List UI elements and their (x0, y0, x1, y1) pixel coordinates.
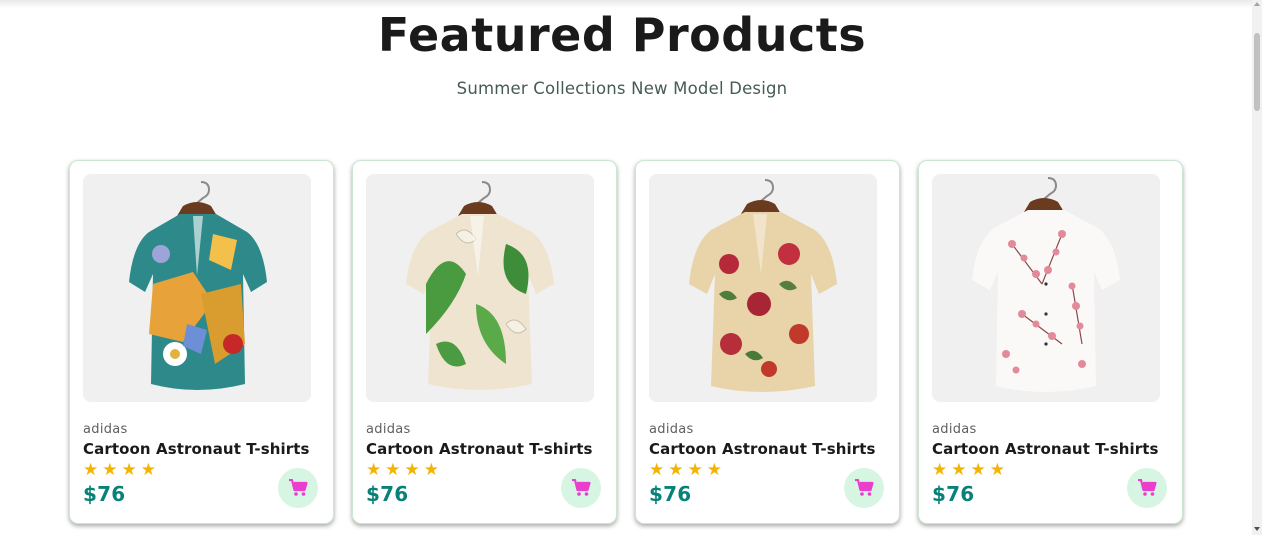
featured-products-section: Featured Products Summer Collections New… (0, 0, 1252, 535)
cart-icon (855, 479, 874, 496)
add-to-cart-button[interactable] (1127, 468, 1167, 508)
section-title: Featured Products (377, 8, 867, 62)
product-image[interactable] (83, 174, 311, 402)
star-icon: ★ (404, 460, 420, 480)
shirt-pink-blossom-print-icon (972, 177, 1120, 392)
scroll-down-arrow-icon[interactable] (1254, 527, 1260, 531)
product-brand: adidas (366, 422, 411, 437)
star-icon: ★ (140, 460, 156, 480)
product-card[interactable]: adidas Cartoon Astronaut T-shirts ★ ★ ★ … (635, 160, 900, 524)
star-icon: ★ (970, 460, 986, 480)
product-image[interactable] (932, 174, 1160, 402)
star-icon: ★ (951, 460, 967, 480)
product-name[interactable]: Cartoon Astronaut T-shirts (932, 440, 1169, 458)
star-icon: ★ (687, 460, 703, 480)
product-brand: adidas (83, 422, 128, 437)
star-icon: ★ (423, 460, 439, 480)
section-subtitle: Summer Collections New Model Design (456, 79, 788, 98)
star-icon: ★ (668, 460, 684, 480)
star-icon: ★ (121, 460, 137, 480)
cart-icon (572, 479, 591, 496)
star-icon: ★ (366, 460, 382, 480)
cart-icon (289, 479, 308, 496)
product-card[interactable]: adidas Cartoon Astronaut T-shirts ★ ★ ★ … (352, 160, 617, 524)
shirt-red-floral-print-icon (689, 179, 837, 392)
cart-icon (1138, 479, 1157, 496)
star-icon: ★ (385, 460, 401, 480)
shirt-colorful-print-icon (129, 181, 267, 390)
add-to-cart-button[interactable] (561, 468, 601, 508)
star-icon: ★ (932, 460, 948, 480)
product-card[interactable]: adidas Cartoon Astronaut T-shirts ★ ★ ★ … (918, 160, 1183, 524)
product-card[interactable]: adidas Cartoon Astronaut T-shirts ★ ★ ★ … (69, 160, 334, 524)
shirt-green-leaf-print-icon (406, 181, 554, 390)
star-icon: ★ (989, 460, 1005, 480)
scrollbar-thumb[interactable] (1254, 33, 1260, 111)
star-icon: ★ (83, 460, 99, 480)
product-grid: adidas Cartoon Astronaut T-shirts ★ ★ ★ … (69, 160, 1183, 524)
product-name[interactable]: Cartoon Astronaut T-shirts (83, 440, 320, 458)
star-icon: ★ (706, 460, 722, 480)
star-icon: ★ (102, 460, 118, 480)
add-to-cart-button[interactable] (278, 468, 318, 508)
scroll-up-arrow-icon[interactable] (1254, 2, 1260, 6)
product-brand: adidas (932, 422, 977, 437)
product-image[interactable] (366, 174, 594, 402)
star-icon: ★ (649, 460, 665, 480)
product-name[interactable]: Cartoon Astronaut T-shirts (649, 440, 886, 458)
product-image[interactable] (649, 174, 877, 402)
product-brand: adidas (649, 422, 694, 437)
product-name[interactable]: Cartoon Astronaut T-shirts (366, 440, 603, 458)
vertical-scrollbar[interactable] (1252, 0, 1262, 535)
add-to-cart-button[interactable] (844, 468, 884, 508)
